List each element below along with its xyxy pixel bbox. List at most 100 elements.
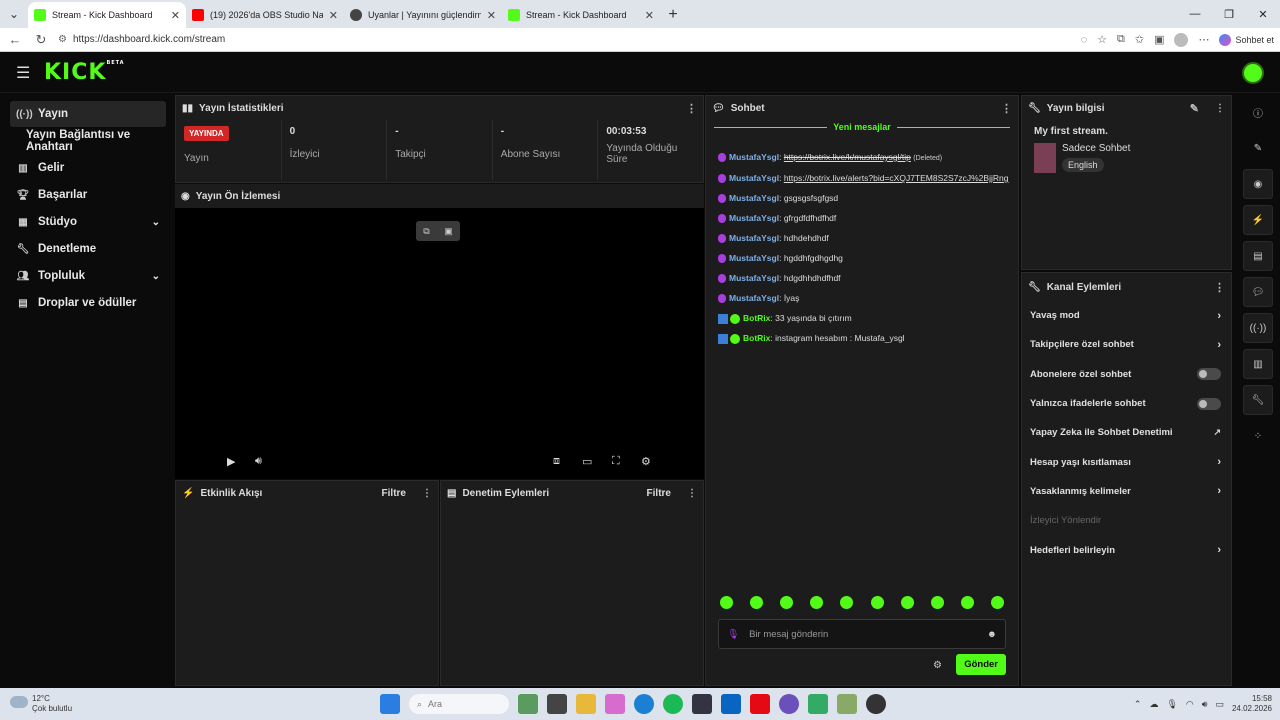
action-goals[interactable]: Hedefleri belirleyin › <box>1022 535 1231 564</box>
url-field[interactable]: ⚙ https://dashboard.kick.com/stream <box>58 30 1073 50</box>
tray-chevron-icon[interactable]: ⌃ <box>1134 699 1142 710</box>
close-tab-icon[interactable]: ✕ <box>171 9 180 22</box>
more-options-icon[interactable]: ⋮ <box>422 488 432 499</box>
cloud-icon[interactable]: ☁ <box>1149 699 1158 710</box>
edit-icon[interactable]: ✎ <box>1190 102 1199 115</box>
outlook-icon[interactable] <box>721 694 741 714</box>
close-tab-icon[interactable]: ✕ <box>645 9 654 22</box>
chat-toggle-icon[interactable]: 💬︎ <box>1243 277 1273 307</box>
edit-icon[interactable]: ✎ <box>1243 133 1273 163</box>
browser-tab[interactable]: Uyanlar | Yayınını güçlendirmek iç ✕ <box>344 2 502 28</box>
collections-icon[interactable]: ▣ <box>1154 33 1164 46</box>
action-followers-only[interactable]: Takipçilere özel sohbet › <box>1022 330 1231 359</box>
browser-tab[interactable]: (19) 2026'da OBS Studio Nasıl Kull ✕ <box>186 2 344 28</box>
toggle-switch[interactable] <box>1197 368 1221 381</box>
taskview-icon[interactable] <box>547 694 567 714</box>
filter-button[interactable]: Filtre <box>647 488 671 499</box>
info-icon[interactable]: ⓘ <box>1243 97 1273 127</box>
file-explorer-icon[interactable] <box>576 694 596 714</box>
emote-icon[interactable] <box>840 596 854 609</box>
wrench-toggle-icon[interactable]: 🔧︎ <box>1243 385 1273 415</box>
send-button[interactable]: Gönder <box>956 654 1006 675</box>
broadcast-toggle-icon[interactable]: ((·)) <box>1243 313 1273 343</box>
chat-username[interactable]: MustafaYsgl <box>729 273 779 283</box>
app-icon[interactable] <box>808 694 828 714</box>
emote-icon[interactable] <box>810 596 824 609</box>
extensions-icon[interactable]: ⧉ <box>1117 33 1125 46</box>
stats-toggle-icon[interactable]: ▥ <box>1243 349 1273 379</box>
more-options-icon[interactable]: ⋮ <box>1214 281 1225 294</box>
clock[interactable]: 15:58 24.02.2026 <box>1232 694 1272 714</box>
theater-icon[interactable]: ▣ <box>444 226 453 237</box>
close-tab-icon[interactable]: ✕ <box>487 9 496 22</box>
copilot-app-icon[interactable] <box>605 694 625 714</box>
restore-icon[interactable]: ❐ <box>1212 8 1246 21</box>
play-icon[interactable]: ▶ <box>227 455 235 468</box>
filter-button[interactable]: Filtre <box>382 488 406 499</box>
favorite-star-icon[interactable]: ☆ <box>1097 33 1107 46</box>
widget-icon[interactable] <box>518 694 538 714</box>
chat-settings-icon[interactable]: ⚙ <box>933 660 942 671</box>
fullscreen-icon[interactable]: ⛶ <box>612 455 620 468</box>
sidebar-item-yayin[interactable]: ((·)) Yayın <box>10 101 166 127</box>
activity-toggle-icon[interactable]: ⚡ <box>1243 205 1273 235</box>
browser-tab[interactable]: Stream - Kick Dashboard ✕ <box>28 2 186 28</box>
emote-icon[interactable] <box>780 596 794 609</box>
user-avatar[interactable] <box>1242 61 1264 84</box>
profile-icon[interactable] <box>1174 32 1189 47</box>
minimize-icon[interactable]: — <box>1178 8 1212 20</box>
theater-mode-icon[interactable]: ▭ <box>582 455 592 468</box>
chat-username[interactable]: MustafaYsgl <box>729 213 779 223</box>
chat-username[interactable]: MustafaYsgl <box>729 173 779 183</box>
kick-logo[interactable]: KICKBETA <box>44 60 125 85</box>
sidebar-item-droplar[interactable]: ▤ Droplar ve ödüller <box>10 290 166 316</box>
spotify-icon[interactable] <box>663 694 683 714</box>
favorites-icon[interactable]: ✩ <box>1135 33 1144 46</box>
store-icon[interactable] <box>692 694 712 714</box>
more-options-icon[interactable]: ⋮ <box>686 102 697 115</box>
chat-username[interactable]: MustafaYsgl <box>729 152 779 162</box>
preview-toggle-icon[interactable]: ◉ <box>1243 169 1273 199</box>
sidebar-item-studyo[interactable]: ▦ Stüdyo ⌄ <box>10 209 166 235</box>
mod-log-toggle-icon[interactable]: ▤ <box>1243 241 1273 271</box>
obs-icon[interactable] <box>779 694 799 714</box>
netflix-icon[interactable] <box>750 694 770 714</box>
app-icon[interactable] <box>837 694 857 714</box>
layout-icon[interactable]: ⁘ <box>1243 421 1273 451</box>
mic-tray-icon[interactable]: 🎙︎ <box>1166 699 1177 710</box>
more-icon[interactable]: ⋯ <box>1198 33 1209 46</box>
taskbar-search[interactable]: ⌕ Ara <box>409 694 509 714</box>
recording-app-icon[interactable] <box>866 694 886 714</box>
close-window-icon[interactable]: ✕ <box>1246 8 1280 21</box>
more-options-icon[interactable]: ⋮ <box>1001 102 1012 115</box>
close-tab-icon[interactable]: ✕ <box>329 9 338 22</box>
emote-icon[interactable] <box>720 596 733 609</box>
reader-icon[interactable]: ◌ <box>1081 34 1088 46</box>
chat-link[interactable]: https://botrix.live/k/mustafaysgl/tip <box>784 152 911 162</box>
site-info-icon[interactable]: ⚙ <box>58 34 67 45</box>
emote-icon[interactable] <box>870 596 884 609</box>
more-options-icon[interactable]: ⋮ <box>1215 103 1225 114</box>
emote-icon[interactable] <box>750 596 764 609</box>
speaker-icon[interactable]: 🔊︎ <box>1202 699 1208 710</box>
sidebar-item-topluluk[interactable]: 👥︎ Topluluk ⌄ <box>10 263 166 289</box>
weather-widget[interactable]: 12°C Çok bulutlu <box>32 694 72 714</box>
settings-icon[interactable]: ⚙ <box>641 455 651 468</box>
chat-username[interactable]: MustafaYsgl <box>729 233 779 243</box>
sidebar-item-stream-key[interactable]: Yayın Bağlantısı ve Anahtarı <box>10 128 166 154</box>
chat-username[interactable]: MustafaYsgl <box>729 193 779 203</box>
edge-icon[interactable] <box>634 694 654 714</box>
battery-icon[interactable]: ▭ <box>1215 699 1224 710</box>
sidebar-item-basarilar[interactable]: 🏆︎ Başarılar <box>10 182 166 208</box>
tab-search-chevron-icon[interactable]: ⌄ <box>0 0 28 28</box>
emote-icon[interactable] <box>960 596 974 609</box>
video-player[interactable]: ⧉ ▣ ▶ 🔊︎ ⧈ ▭ ⛶ ⚙ <box>175 208 704 479</box>
new-tab-button[interactable]: + <box>660 2 686 28</box>
sidebar-item-denetleme[interactable]: 🔧︎ Denetleme <box>10 236 166 262</box>
copilot-button[interactable]: Sohbet et <box>1219 33 1274 46</box>
sidebar-item-gelir[interactable]: ▥ Gelir <box>10 155 166 181</box>
action-slow-mode[interactable]: Yavaş mod › <box>1022 301 1231 330</box>
reload-icon[interactable]: ↻ <box>32 32 50 48</box>
chat-link[interactable]: https://botrix.live/alerts?bid=cXQJ7TEM8… <box>784 173 1009 183</box>
chat-username[interactable]: BotRix <box>743 333 770 343</box>
